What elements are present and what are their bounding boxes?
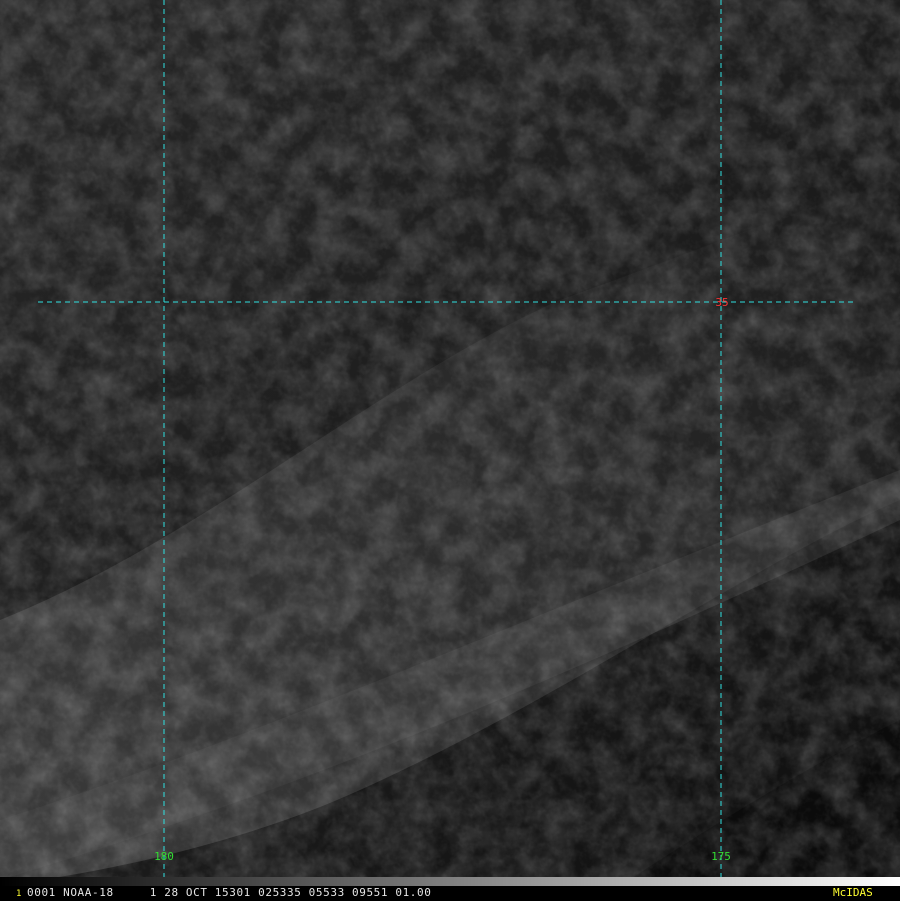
satellite-image: 35 180 175 (0, 0, 900, 886)
frame-number: 1 (16, 889, 22, 899)
longitude-label-180: 180 (154, 850, 174, 863)
grayscale-colorbar (0, 877, 900, 886)
image-metadata-line: 0001 NOAA-18 1 28 OCT 15301 025335 05533… (27, 886, 432, 899)
longitude-label-175: 175 (711, 850, 731, 863)
cloud-texture-fine (0, 0, 900, 886)
latitude-label-35: 35 (715, 296, 728, 309)
mcidas-brand: McIDAS (833, 886, 873, 899)
